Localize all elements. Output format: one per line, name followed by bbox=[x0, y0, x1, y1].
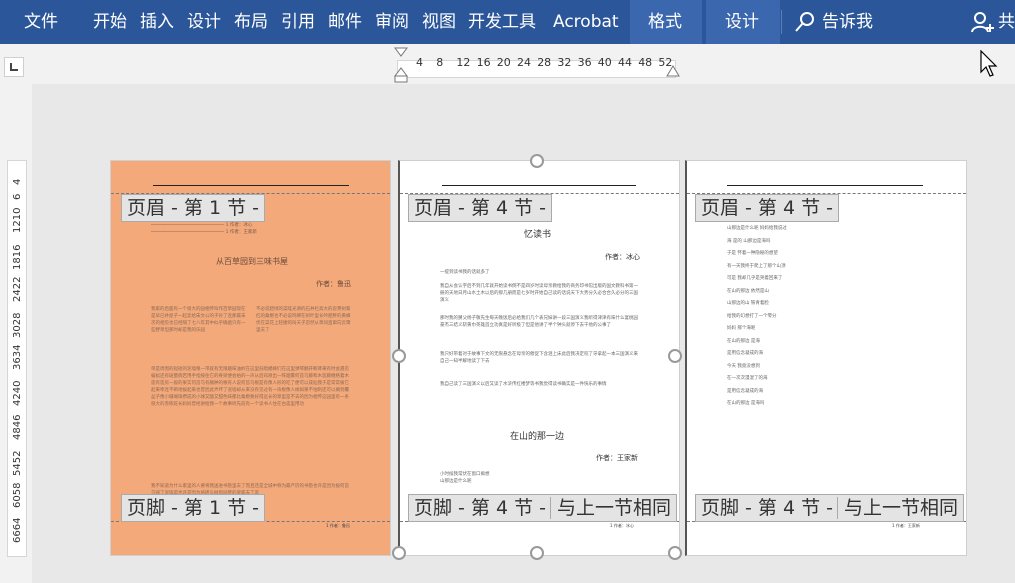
vertical-ruler-number: 3634 bbox=[12, 344, 23, 370]
page-3[interactable]: 山那边是什么呢 妈妈给我说过海 是的 山那边是海吗 于是 怀着一种隐秘的想望 有一天… bbox=[685, 160, 967, 556]
vertical-ruler-number: 3028 bbox=[12, 312, 23, 338]
ribbon-tab[interactable]: 引用 bbox=[281, 0, 315, 44]
footer-tag-label: 页脚 - 第 1 节 - bbox=[127, 497, 259, 519]
ruler-number: 44 bbox=[618, 56, 632, 69]
ribbon: 文件 开始 插入 设计 布局 引用 邮件 审阅 视图 开发工具 Acrobat 格式 设计 告诉我 … bbox=[0, 0, 1015, 44]
ribbon-tab[interactable]: 设计 bbox=[187, 0, 221, 44]
vertical-ruler-number: 4 bbox=[12, 178, 23, 185]
resize-handle[interactable] bbox=[392, 546, 406, 560]
doc-title-2: 在山的那一边 bbox=[510, 432, 565, 442]
body-text: 单是周围的短短的泥墙根一带就有无限趣味油蛉在这里低唱蟋蟀们在这里弹琴翻开断砖来有… bbox=[151, 367, 349, 407]
mouse-cursor-icon bbox=[980, 49, 1000, 82]
doc-author: 作者：冰心 bbox=[605, 253, 640, 261]
ruler-number: 36 bbox=[577, 56, 592, 69]
ruler-number: 16 bbox=[476, 56, 491, 69]
ribbon-tab[interactable]: 插入 bbox=[140, 0, 174, 44]
tab-header-design[interactable]: 设计 bbox=[725, 0, 759, 44]
resize-handle[interactable] bbox=[530, 546, 544, 560]
resize-handle[interactable] bbox=[668, 546, 682, 560]
ruler-number: 8 bbox=[436, 56, 444, 69]
page-number: 1 作者：冰心 bbox=[610, 523, 634, 528]
header-tag-label: 页眉 - 第 1 节 - bbox=[127, 197, 259, 219]
resize-handle[interactable] bbox=[668, 349, 682, 363]
doc-title: 忆读书 bbox=[524, 230, 552, 240]
tab-format[interactable]: 格式 bbox=[648, 0, 682, 44]
vertical-ruler-number: 6 bbox=[12, 193, 23, 200]
ruler-number: 48 bbox=[638, 56, 653, 69]
ruler-number: 28 bbox=[537, 56, 552, 69]
ruler-number: 52 bbox=[658, 56, 673, 69]
vertical-ruler-number: 6058 bbox=[12, 482, 23, 508]
ruler-number: 4 bbox=[416, 56, 423, 69]
body-text: 我只好带着对于故事下文的无限悬念在母亲的催促下含泪上床此后我决定咬了牙拿起一本三… bbox=[440, 352, 638, 364]
ruler-number: 32 bbox=[557, 56, 572, 69]
resize-handle[interactable] bbox=[392, 349, 406, 363]
header-rule bbox=[153, 185, 349, 186]
ribbon-tab[interactable]: 邮件 bbox=[328, 0, 362, 44]
vertical-ruler-number: 5452 bbox=[12, 450, 23, 476]
ribbon-tab[interactable]: 开始 bbox=[93, 0, 127, 44]
page-number: 1 作者：王家新 bbox=[892, 523, 920, 528]
header-rule bbox=[442, 185, 636, 186]
header-tag-label: 页眉 - 第 4 节 - bbox=[701, 197, 833, 219]
footer-tag[interactable]: 页脚 - 第 4 节 - 与上一节相同 bbox=[695, 494, 965, 522]
body-text: 我家的后面有一个很大的园相传叫作百草园现在是早已并屋子一起卖给朱文公的子孙了连那… bbox=[151, 307, 246, 333]
ribbon-tab[interactable]: 文件 bbox=[24, 0, 58, 44]
horizontal-ruler-bar: 4 8 12 16 20 24 28 32 36 40 44 48 52 bbox=[0, 44, 1015, 84]
header-tag[interactable]: 页眉 - 第 1 节 - bbox=[121, 194, 265, 222]
vertical-ruler-number: 4240 bbox=[12, 380, 23, 406]
vertical-ruler-number: 2422 bbox=[12, 276, 23, 302]
header-rule bbox=[727, 185, 923, 186]
doc-author-2: 作者：王家新 bbox=[596, 454, 638, 462]
body-text: 不必说碧绿的菜畦光滑的石井栏高大的皂荚树紫红的桑椹也不必说鸣蝉在树叶里长吟肥胖的… bbox=[256, 307, 351, 333]
resize-handle[interactable] bbox=[530, 154, 544, 168]
footer-tag[interactable]: 页脚 - 第 4 节 - 与上一节相同 bbox=[408, 494, 678, 522]
doc-title: 从百草园到三味书屋 bbox=[216, 257, 288, 266]
tell-me-box[interactable]: 告诉我 bbox=[822, 0, 873, 44]
same-as-previous-label: 与上一节相同 bbox=[550, 497, 672, 519]
page-1[interactable]: ─────────────────────────── 1 作者：鲁迅─────… bbox=[110, 160, 391, 556]
same-as-previous-label: 与上一节相同 bbox=[837, 497, 959, 519]
body-text: 那时我的舅父杨子敬先生每天晚饭后必给我们几个表兄妹讲一段三国演义我听得津津有味什… bbox=[440, 316, 638, 328]
body-text: 我自从会认字后不到几年就开始读书倒不是四岁时读母亲教给我的商务印书馆出版的国文教… bbox=[440, 284, 638, 303]
header-tag-label: 页眉 - 第 4 节 - bbox=[414, 197, 546, 219]
search-icon[interactable] bbox=[794, 11, 816, 37]
poem-text: 山那边是什么呢 妈妈给我说过海 是的 山那边是海吗 于是 怀着一种隐秘的想望 有一天… bbox=[727, 226, 787, 406]
page-number: 1 作者：鲁迅 bbox=[326, 523, 350, 528]
body-text: 一提到读书我的话就多了 bbox=[440, 270, 490, 275]
header-tag[interactable]: 页眉 - 第 4 节 - bbox=[408, 194, 552, 222]
footer-tag[interactable]: 页脚 - 第 1 节 - bbox=[121, 494, 265, 522]
body-text: 我自己读了三国演义以后又读了水浒传红楼梦等书我觉得读书确实是一件快乐的事情 bbox=[440, 382, 607, 387]
vertical-ruler-number: 1210 bbox=[12, 207, 23, 233]
left-indent-marker[interactable] bbox=[394, 46, 408, 84]
ribbon-tab[interactable]: 开发工具 bbox=[468, 0, 536, 44]
header-tag[interactable]: 页眉 - 第 4 节 - bbox=[695, 194, 839, 222]
tab-stop-selector[interactable] bbox=[4, 57, 24, 77]
vertical-ruler-number: 1816 bbox=[12, 244, 23, 270]
ruler-number: 12 bbox=[456, 56, 471, 69]
share-button[interactable]: 共 bbox=[998, 0, 1015, 44]
ribbon-tab[interactable]: 视图 bbox=[422, 0, 456, 44]
ribbon-tab[interactable]: Acrobat bbox=[553, 0, 619, 44]
footer-tag-label: 页脚 - 第 4 节 - bbox=[701, 497, 833, 519]
ribbon-tab[interactable]: 审阅 bbox=[375, 0, 409, 44]
vertical-ruler-number: 4846 bbox=[12, 414, 23, 440]
page-2[interactable]: 忆读书 作者：冰心 一提到读书我的话就多了 我自从会认字后不到几年就开始读书倒不… bbox=[398, 160, 680, 556]
ruler-number: 40 bbox=[597, 56, 612, 69]
ruler-number: 20 bbox=[496, 56, 511, 69]
doc-author: 作者：鲁迅 bbox=[316, 280, 351, 288]
ribbon-tab[interactable]: 布局 bbox=[234, 0, 268, 44]
separator bbox=[781, 10, 782, 34]
body-text: 小时候我常伏在窗口痴想 山那边是什么呢 bbox=[440, 472, 490, 484]
ruler-number: 24 bbox=[517, 56, 531, 69]
footer-tag-label: 页脚 - 第 4 节 - bbox=[414, 497, 546, 519]
vertical-ruler-number: 6664 bbox=[12, 517, 23, 543]
share-person-icon[interactable] bbox=[970, 10, 994, 38]
